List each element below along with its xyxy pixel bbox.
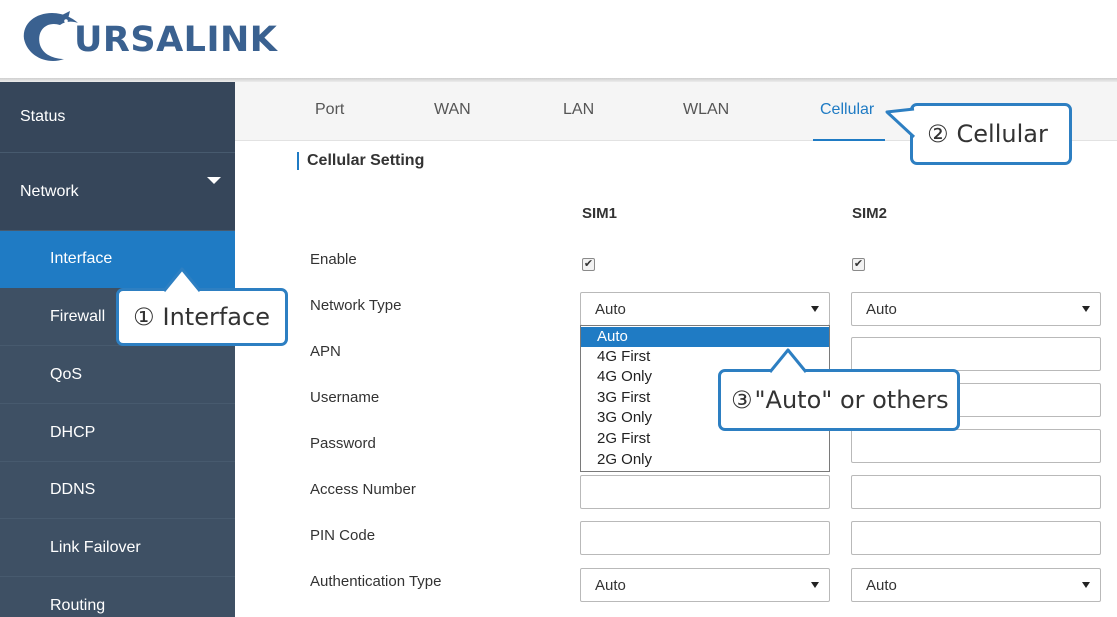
- select-value: Auto: [866, 576, 897, 594]
- tab-wlan[interactable]: WLAN: [683, 101, 729, 119]
- username-label: Username: [310, 389, 380, 406]
- header: URSALINK: [0, 0, 1117, 78]
- tab-port[interactable]: Port: [315, 101, 344, 119]
- sidebar-item-label: DDNS: [50, 481, 96, 498]
- dropdown-arrow-icon: [1082, 306, 1090, 312]
- callout-auto-pointer: [768, 348, 808, 373]
- enable-label: Enable: [310, 251, 357, 268]
- brand-name: URSALINK: [74, 20, 278, 60]
- dropdown-option-auto[interactable]: Auto: [581, 327, 829, 347]
- column-header-sim1: SIM1: [582, 205, 618, 222]
- sim2-network-type-select[interactable]: Auto: [851, 292, 1101, 326]
- network-type-label: Network Type: [310, 297, 402, 314]
- section-title: Cellular Setting: [297, 152, 424, 170]
- apn-label: APN: [310, 343, 341, 360]
- sidebar-item-label: QoS: [50, 365, 83, 383]
- ursalink-logo: URSALINK: [18, 6, 277, 68]
- select-value: Auto: [866, 300, 897, 318]
- dropdown-arrow-icon: [811, 582, 819, 588]
- sidebar-item-label: Network: [20, 182, 79, 200]
- sim2-authentication-type-select[interactable]: Auto: [851, 568, 1101, 602]
- callout-number: ①: [133, 303, 155, 331]
- sidebar-item-label: Interface: [50, 250, 113, 267]
- sim1-pin-code-input[interactable]: [580, 521, 830, 555]
- sidebar-item-status[interactable]: Status: [0, 82, 235, 153]
- sidebar-item-ddns[interactable]: DDNS: [0, 462, 235, 519]
- active-tab-indicator: [813, 139, 885, 141]
- sidebar-item-label: Link Failover: [50, 538, 141, 556]
- sidebar-item-qos[interactable]: QoS: [0, 346, 235, 404]
- callout-cellular-pointer: [885, 107, 916, 139]
- dropdown-arrow-icon: [1082, 582, 1090, 588]
- sidebar-item-network[interactable]: Network: [0, 153, 235, 231]
- sim1-enable-checkbox[interactable]: ✔: [582, 258, 595, 271]
- dropdown-arrow-icon: [811, 306, 819, 312]
- sidebar-item-label: Routing: [50, 596, 106, 614]
- column-header-sim2: SIM2: [852, 205, 888, 222]
- tab-cellular[interactable]: Cellular: [820, 101, 874, 119]
- pin-code-label: PIN Code: [310, 527, 376, 544]
- sim2-access-number-input[interactable]: [851, 475, 1101, 509]
- sidebar-item-routing[interactable]: Routing: [0, 577, 235, 617]
- callout-auto-or-others: ③ "Auto" or others: [718, 369, 960, 431]
- sim1-network-type-select[interactable]: Auto: [580, 292, 830, 326]
- callout-interface-pointer: [162, 267, 202, 292]
- authentication-type-label: Authentication Type: [310, 573, 442, 590]
- callout-text: Interface: [162, 303, 270, 331]
- sim2-apn-input[interactable]: [851, 337, 1101, 371]
- dropdown-option-2g-first[interactable]: 2G First: [581, 429, 829, 449]
- callout-text: Cellular: [956, 120, 1048, 148]
- sidebar-item-label: Status: [20, 108, 66, 125]
- bear-logo-icon: [23, 11, 78, 61]
- sim1-authentication-type-select[interactable]: Auto: [580, 568, 830, 602]
- sidebar-item-link-failover[interactable]: Link Failover: [0, 519, 235, 577]
- sidebar-item-label: DHCP: [50, 423, 96, 441]
- callout-text: "Auto" or others: [754, 386, 949, 414]
- tab-lan[interactable]: LAN: [563, 101, 594, 119]
- callout-number: ②: [927, 120, 949, 148]
- sim2-pin-code-input[interactable]: [851, 521, 1101, 555]
- caret-down-icon: [207, 177, 221, 184]
- callout-interface: ① Interface: [116, 288, 288, 346]
- select-value: Auto: [595, 300, 626, 318]
- sidebar-item-label: Firewall: [50, 307, 106, 325]
- sidebar-item-dhcp[interactable]: DHCP: [0, 404, 235, 462]
- callout-number: ③: [731, 386, 753, 414]
- password-label: Password: [310, 435, 376, 452]
- sidebar: Status Network Interface Firewall QoS DH…: [0, 82, 235, 617]
- select-value: Auto: [595, 576, 626, 594]
- sim2-enable-checkbox[interactable]: ✔: [852, 258, 865, 271]
- tab-wan[interactable]: WAN: [434, 101, 471, 119]
- callout-cellular: ② Cellular: [910, 103, 1072, 165]
- dropdown-option-2g-only[interactable]: 2G Only: [581, 450, 829, 470]
- access-number-label: Access Number: [310, 481, 416, 498]
- sim1-access-number-input[interactable]: [580, 475, 830, 509]
- sim2-password-input[interactable]: [851, 429, 1101, 463]
